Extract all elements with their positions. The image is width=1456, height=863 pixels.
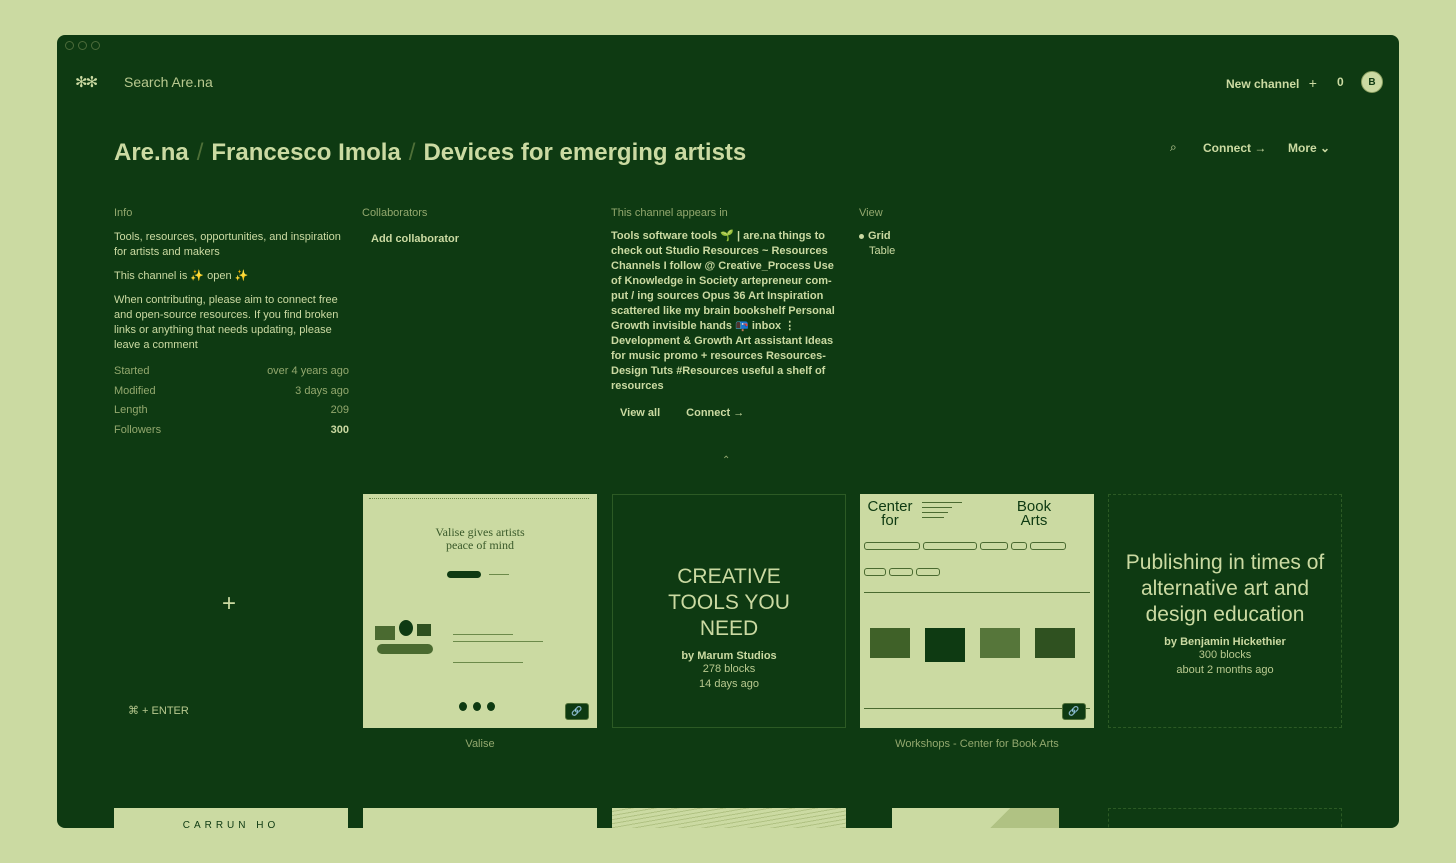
channel-card-author: by Benjamin Hickethier [1164, 636, 1286, 648]
breadcrumb: Are.na / Francesco Imola / Devices for emerg… [114, 139, 746, 167]
channel-card-title: CREATIVE TOOLS YOU NEED [668, 565, 790, 640]
page-title: Devices for emerging artists [423, 139, 747, 166]
book-arts-menu [922, 502, 962, 518]
channel-card-blocks: 278 blocks [702, 663, 756, 675]
open-status: This channel is ✨ open ✨ [114, 270, 249, 282]
block-card-partial[interactable] [363, 808, 597, 828]
arena-logo[interactable]: ✻✻ [75, 73, 98, 91]
valise-faces [459, 698, 495, 716]
info-section: Info Tools, resources, opportunities, an… [114, 207, 349, 440]
appears-in-label: This channel appears in [611, 207, 728, 219]
collaborators-section: Collaborators Add collaborator [362, 207, 592, 245]
channel-description: Tools, resources, opportunities, and ins… [114, 231, 341, 258]
channel-card-author: by Marum Studios [681, 650, 777, 662]
connect-button[interactable]: Connect → [1203, 141, 1266, 155]
breadcrumb-root[interactable]: Are.na [114, 139, 189, 166]
new-channel-label: New channel [1226, 77, 1300, 91]
meta-length: Length 209 [114, 404, 349, 416]
block-card-partial[interactable]: CARRUN HQ [114, 808, 348, 828]
breadcrumb-separator: / [408, 139, 416, 166]
valise-text-blocks [453, 634, 583, 663]
app-window: ✻✻ Search Are.na New channel + 0 B Are.n… [57, 35, 1399, 828]
avatar[interactable]: B [1361, 71, 1383, 93]
partial-card-text: CARRUN HQ [182, 820, 280, 828]
notification-count[interactable]: 0 [1337, 75, 1344, 89]
channel-card-publishing[interactable]: Publishing in times of alternative art a… [1108, 494, 1342, 728]
connect-channel-button[interactable]: Connect → [686, 407, 744, 419]
search-input[interactable]: Search Are.na [124, 74, 213, 90]
collaborators-label: Collaborators [362, 207, 428, 219]
book-arts-right-title: Book Arts [1016, 498, 1052, 529]
block-card-valise[interactable]: Valise gives artists peace of mind 🔗 [363, 494, 597, 728]
view-grid-option[interactable]: Grid [859, 230, 895, 242]
channel-card-body: CREATIVE TOOLS YOU NEED by Marum Studios… [613, 564, 845, 692]
view-section: View Grid Table [859, 207, 895, 257]
channel-card-title: Publishing in times of alternative art a… [1125, 551, 1325, 626]
block-caption-valise: Valise [465, 738, 495, 750]
block-caption-book-arts: Workshops - Center for Book Arts [895, 738, 1059, 750]
connected-channels-list[interactable]: Tools software tools 🌱 | are.na things t… [611, 229, 843, 394]
channel-card-body: Publishing in times of alternative art a… [1109, 550, 1341, 678]
meta-list: Started over 4 years ago Modified 3 days a… [114, 362, 349, 440]
search-icon[interactable]: ⌕ [1170, 140, 1177, 155]
close-dot[interactable] [65, 41, 74, 50]
channel-card-age: about 2 months ago [1176, 664, 1274, 676]
valise-headline: Valise gives artists peace of mind [435, 525, 525, 552]
block-card-book-arts[interactable]: Center for Book Arts 🔗 [860, 494, 1094, 728]
view-label: View [859, 207, 883, 219]
link-icon[interactable]: 🔗 [565, 703, 589, 720]
add-collaborator-button[interactable]: Add collaborator [371, 233, 592, 245]
shortcut-hint: ⌘ + ENTER [128, 705, 189, 717]
valise-cta-secondary [489, 574, 509, 575]
book-arts-left-title: Center for [867, 498, 913, 529]
book-arts-grid [864, 592, 1090, 593]
add-block-area[interactable]: + ⌘ + ENTER [114, 494, 349, 728]
block-card-partial[interactable] [1108, 808, 1342, 828]
minimize-dot[interactable] [78, 41, 87, 50]
collapse-icon[interactable]: ⌃ [722, 455, 730, 466]
site-nav-strip [369, 498, 589, 501]
breadcrumb-separator: / [196, 139, 204, 166]
breadcrumb-user[interactable]: Francesco Imola [211, 139, 400, 166]
block-card-partial[interactable] [612, 808, 846, 828]
meta-modified: Modified 3 days ago [114, 384, 349, 397]
channel-card-creative-tools[interactable]: CREATIVE TOOLS YOU NEED by Marum Studios… [612, 494, 846, 728]
valise-cta [447, 571, 481, 578]
book-arts-thumbs [870, 628, 1075, 662]
meta-followers[interactable]: Followers 300 [114, 421, 349, 441]
appears-in-section: This channel appears in Tools software t… [611, 207, 843, 419]
channel-card-age: 14 days ago [699, 678, 759, 690]
plus-icon: + [222, 590, 237, 617]
info-label: Info [114, 207, 133, 219]
block-card-partial[interactable] [892, 808, 1059, 828]
maximize-dot[interactable] [91, 41, 100, 50]
selected-dot-icon [859, 233, 864, 239]
view-table-option[interactable]: Table [859, 245, 895, 257]
book-arts-row2 [864, 708, 1090, 709]
book-arts-tags [864, 542, 1088, 576]
view-all-button[interactable]: View all [620, 407, 660, 419]
meta-started: Started over 4 years ago [114, 365, 349, 377]
link-icon[interactable]: 🔗 [1062, 703, 1086, 720]
valise-illustration [375, 620, 435, 660]
new-channel-button[interactable]: New channel + [1226, 75, 1317, 91]
window-controls [65, 41, 100, 50]
contribution-note: When contributing, please aim to connect… [114, 294, 339, 351]
plus-icon: + [1308, 75, 1317, 91]
channel-card-blocks: 300 blocks [1198, 649, 1252, 661]
more-button[interactable]: More ⌄ [1288, 141, 1330, 155]
